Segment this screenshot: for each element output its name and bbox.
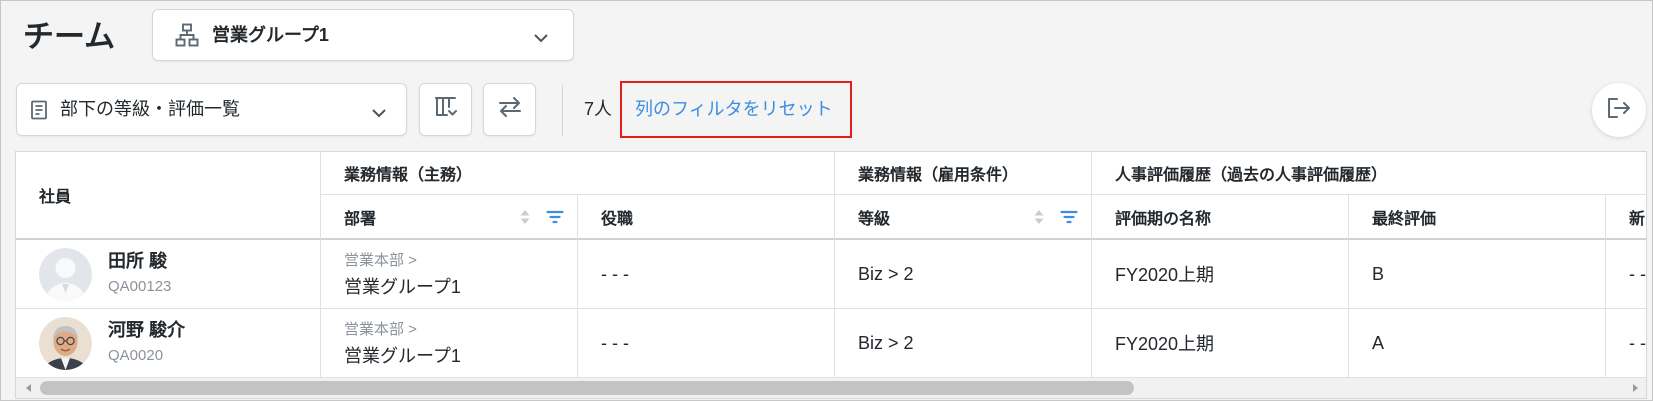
group-header-label: 人事評価履歴（過去の人事評価履歴） — [1115, 167, 1388, 184]
department-path: 営業本部 > — [344, 252, 417, 269]
employee-cell: 河野 駿介 QA0020 — [16, 309, 321, 378]
toolbar-divider — [562, 85, 563, 136]
group-header-label: 業務情報（主務） — [344, 167, 473, 184]
column-header-department: 部署 — [321, 195, 578, 240]
view-select[interactable]: 部下の等級・評価一覧 — [16, 83, 407, 136]
exit-button[interactable] — [1592, 83, 1646, 137]
employee-cell: 田所 駿 QA00123 — [16, 240, 321, 309]
column-settings-button[interactable] — [419, 83, 472, 136]
department-name: 営業グループ1 — [344, 277, 461, 297]
table-grid: 社員 業務情報（主務） 業務情報（雇用条件） 人事評価履歴（過去の人事評価履歴）… — [16, 152, 1646, 378]
page-title: チーム — [23, 19, 116, 54]
column-header-label: 最終評価 — [1372, 210, 1437, 228]
final-evaluation-cell: B — [1349, 240, 1606, 309]
employee-name: 河野 駿介 — [108, 320, 186, 340]
department-cell: 営業本部 > 営業グループ1 — [321, 240, 578, 309]
scroll-right-arrow-icon[interactable] — [1633, 384, 1638, 392]
group-select[interactable]: 営業グループ1 — [152, 9, 574, 61]
group-header-primary-job: 業務情報（主務） — [321, 152, 835, 195]
reset-filters-link[interactable]: 列のフィルタをリセット — [635, 83, 833, 136]
grade-cell: Biz > 2 — [835, 240, 1092, 309]
next-value: - - — [1629, 263, 1646, 284]
swap-arrows-icon — [497, 96, 523, 123]
sort-icon[interactable] — [1033, 208, 1045, 226]
horizontal-scrollbar[interactable] — [16, 378, 1646, 398]
evaluation-period-value: FY2020上期 — [1115, 265, 1215, 285]
column-header-label: 役職 — [601, 210, 634, 228]
employee-table: 社員 業務情報（主務） 業務情報（雇用条件） 人事評価履歴（過去の人事評価履歴）… — [15, 151, 1647, 399]
document-list-icon — [30, 100, 48, 120]
final-evaluation-value: A — [1372, 332, 1385, 353]
column-header-label: 社員 — [39, 189, 72, 206]
evaluation-period-cell: FY2020上期 — [1092, 240, 1349, 309]
column-header-label: 新 — [1629, 210, 1646, 228]
filter-icon[interactable] — [1060, 210, 1078, 224]
grade-cell: Biz > 2 — [835, 309, 1092, 378]
filter-icon[interactable] — [546, 210, 564, 224]
position-value: - - - — [601, 332, 629, 353]
chevron-down-icon — [533, 30, 549, 43]
group-header-employment: 業務情報（雇用条件） — [835, 152, 1092, 195]
scroll-left-arrow-icon[interactable] — [26, 384, 31, 392]
employee-name: 田所 駿 — [108, 251, 168, 271]
department-info: 営業本部 > 営業グループ1 — [344, 317, 461, 369]
reset-filters-highlight: 列のフィルタをリセット — [620, 81, 852, 138]
employee-info: 河野 駿介 QA0020 — [108, 317, 185, 369]
column-header-label: 評価期の名称 — [1115, 210, 1212, 228]
column-header-next: 新 — [1606, 195, 1646, 240]
grade-value: Biz > 2 — [858, 263, 914, 284]
employee-code: QA00123 — [108, 278, 172, 295]
final-evaluation-cell: A — [1349, 309, 1606, 378]
sort-icon[interactable] — [519, 208, 531, 226]
table-viewport: 社員 業務情報（主務） 業務情報（雇用条件） 人事評価履歴（過去の人事評価履歴）… — [16, 152, 1646, 378]
employee-code: QA0020 — [108, 347, 164, 364]
position-cell: - - - — [578, 240, 835, 309]
next-cell: - - — [1606, 240, 1646, 309]
column-header-grade: 等級 — [835, 195, 1092, 240]
column-header-employee: 社員 — [16, 152, 321, 240]
employee-info: 田所 駿 QA00123 — [108, 248, 171, 300]
column-settings-icon — [433, 95, 459, 124]
grade-value: Biz > 2 — [858, 332, 914, 353]
position-value: - - - — [601, 263, 629, 284]
column-header-label: 部署 — [344, 210, 377, 228]
exit-icon — [1606, 96, 1632, 125]
next-cell: - - — [1606, 309, 1646, 378]
column-header-position: 役職 — [578, 195, 835, 240]
department-name: 営業グループ1 — [344, 346, 461, 366]
user-photo-avatar-icon — [39, 316, 92, 370]
chevron-down-icon — [371, 105, 387, 118]
column-header-label: 等級 — [858, 210, 891, 228]
group-header-evaluation-history: 人事評価履歴（過去の人事評価履歴） — [1092, 152, 1646, 195]
next-value: - - — [1629, 332, 1646, 353]
department-path: 営業本部 > — [344, 321, 417, 338]
scrollbar-thumb[interactable] — [40, 381, 1134, 395]
department-info: 営業本部 > 営業グループ1 — [344, 248, 461, 300]
column-header-final-evaluation: 最終評価 — [1349, 195, 1606, 240]
evaluation-period-cell: FY2020上期 — [1092, 309, 1349, 378]
org-chart-icon — [174, 22, 200, 48]
position-cell: - - - — [578, 309, 835, 378]
default-person-avatar-icon — [39, 247, 92, 301]
employee-count: 7人 — [584, 99, 613, 119]
view-select-value: 部下の等級・評価一覧 — [60, 99, 240, 119]
department-cell: 営業本部 > 営業グループ1 — [321, 309, 578, 378]
swap-button[interactable] — [483, 83, 536, 136]
group-header-label: 業務情報（雇用条件） — [858, 167, 1019, 184]
evaluation-period-value: FY2020上期 — [1115, 334, 1215, 354]
final-evaluation-value: B — [1372, 263, 1385, 284]
column-header-evaluation-period: 評価期の名称 — [1092, 195, 1349, 240]
group-select-value: 営業グループ1 — [212, 25, 329, 45]
